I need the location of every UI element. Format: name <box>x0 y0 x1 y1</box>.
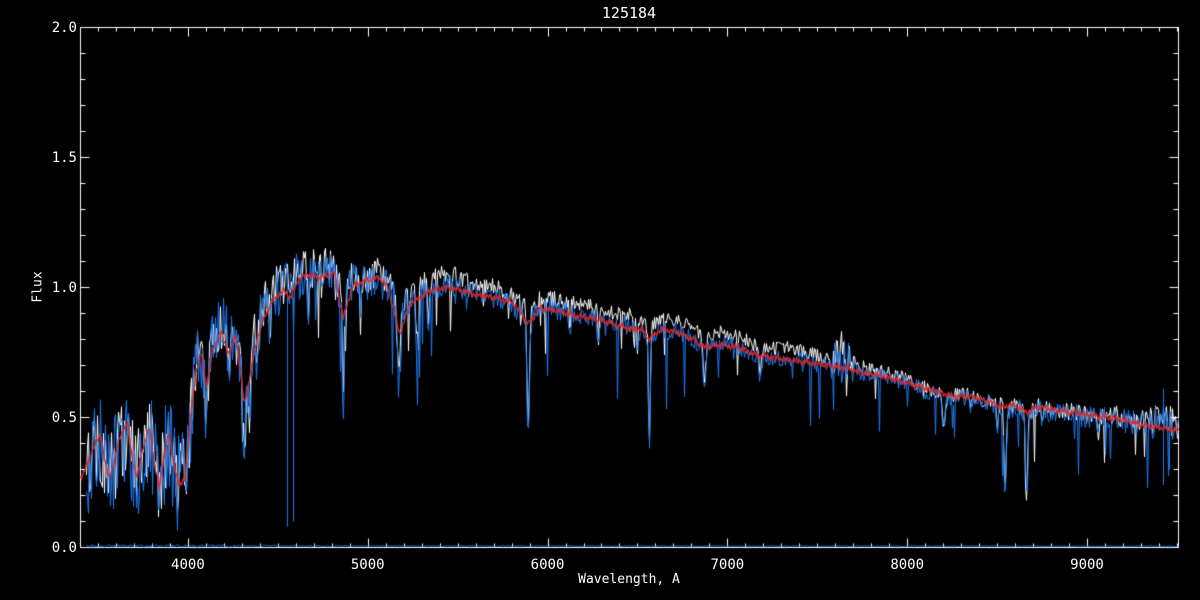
x-tick-label: 5000 <box>350 557 385 573</box>
y-tick-label: 0.5 <box>51 410 77 426</box>
y-tick-label: 2.0 <box>51 20 77 36</box>
y-tick-label: 1.0 <box>51 280 77 296</box>
y-tick-label: 1.5 <box>51 150 77 166</box>
spectrum-figure: 125184 Wavelength, A Flux 4000 5000 6000 70… <box>0 0 1200 600</box>
x-tick-label: 9000 <box>1070 557 1104 573</box>
x-tick-label: 6000 <box>530 557 565 573</box>
x-tick-label: 8000 <box>890 557 925 573</box>
plot-title: 125184 <box>601 4 657 22</box>
x-tick-label: 4000 <box>171 557 205 573</box>
spectrum-plot-canvas <box>0 0 1200 600</box>
x-axis-label: Wavelength, A <box>578 572 680 587</box>
y-tick-label: 0.0 <box>51 540 77 556</box>
x-tick-label: 7000 <box>710 557 745 573</box>
